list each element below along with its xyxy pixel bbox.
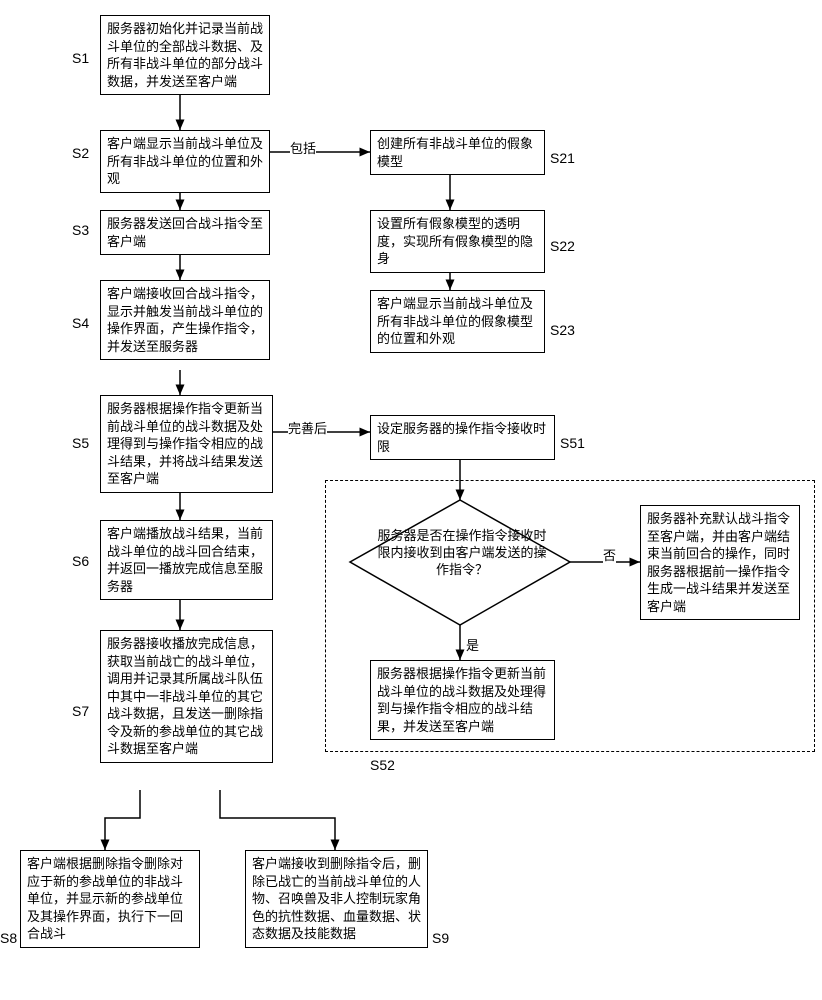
- label-s1: S1: [72, 50, 89, 66]
- step-s51: 设定服务器的操作指令接收时限: [370, 415, 555, 460]
- edge-after-improve: 完善后: [288, 418, 327, 437]
- label-s52: S52: [370, 757, 395, 773]
- label-s9: S9: [432, 930, 449, 946]
- edge-yes: 是: [466, 635, 479, 654]
- step-s6: 客户端播放战斗结果，当前战斗单位的战斗回合结束，并返回一播放完成信息至服务器: [100, 520, 273, 600]
- step-s2: 客户端显示当前战斗单位及所有非战斗单位的位置和外观: [100, 130, 270, 193]
- label-s7: S7: [72, 703, 89, 719]
- label-s21: S21: [550, 150, 575, 166]
- edge-no: 否: [603, 545, 616, 564]
- label-s22: S22: [550, 238, 575, 254]
- step-s3: 服务器发送回合战斗指令至客户端: [100, 210, 270, 255]
- label-s8: S8: [0, 930, 17, 946]
- decision-s52: 服务器是否在操作指令接收时限内接收到由客户端发送的操作指令？: [372, 528, 552, 579]
- step-s4: 客户端接收回合战斗指令，显示并触发当前战斗单位的操作界面，产生操作指令，并发送至…: [100, 280, 270, 360]
- step-s7: 服务器接收播放完成信息，获取当前战亡的战斗单位，调用并记录其所属战斗队伍中其中一…: [100, 630, 273, 763]
- label-s2: S2: [72, 145, 89, 161]
- edge-includes: 包括: [290, 138, 316, 157]
- label-s5: S5: [72, 435, 89, 451]
- step-s8: 客户端根据删除指令删除对应于新的参战单位的非战斗单位，并显示新的参战单位及其操作…: [20, 850, 200, 948]
- step-s1: 服务器初始化并记录当前战斗单位的全部战斗数据、及所有非战斗单位的部分战斗数据，并…: [100, 15, 270, 95]
- step-s21: 创建所有非战斗单位的假象模型: [370, 130, 545, 175]
- step-s22: 设置所有假象模型的透明度，实现所有假象模型的隐身: [370, 210, 545, 273]
- step-s23: 客户端显示当前战斗单位及所有非战斗单位的假象模型的位置和外观: [370, 290, 545, 353]
- step-s9: 客户端接收到删除指令后，删除已战亡的当前战斗单位的人物、召唤兽及非人控制玩家角色…: [245, 850, 428, 948]
- label-s6: S6: [72, 553, 89, 569]
- step-s52-no: 服务器补充默认战斗指令至客户端，并由客户端结束当前回合的操作，同时服务器根据前一…: [640, 505, 800, 620]
- label-s23: S23: [550, 322, 575, 338]
- step-s52-yes: 服务器根据操作指令更新当前战斗单位的战斗数据及处理得到与操作指令相应的战斗结果，…: [370, 660, 555, 740]
- label-s51: S51: [560, 435, 585, 451]
- label-s3: S3: [72, 222, 89, 238]
- label-s4: S4: [72, 315, 89, 331]
- step-s5: 服务器根据操作指令更新当前战斗单位的战斗数据及处理得到与操作指令相应的战斗结果，…: [100, 395, 273, 493]
